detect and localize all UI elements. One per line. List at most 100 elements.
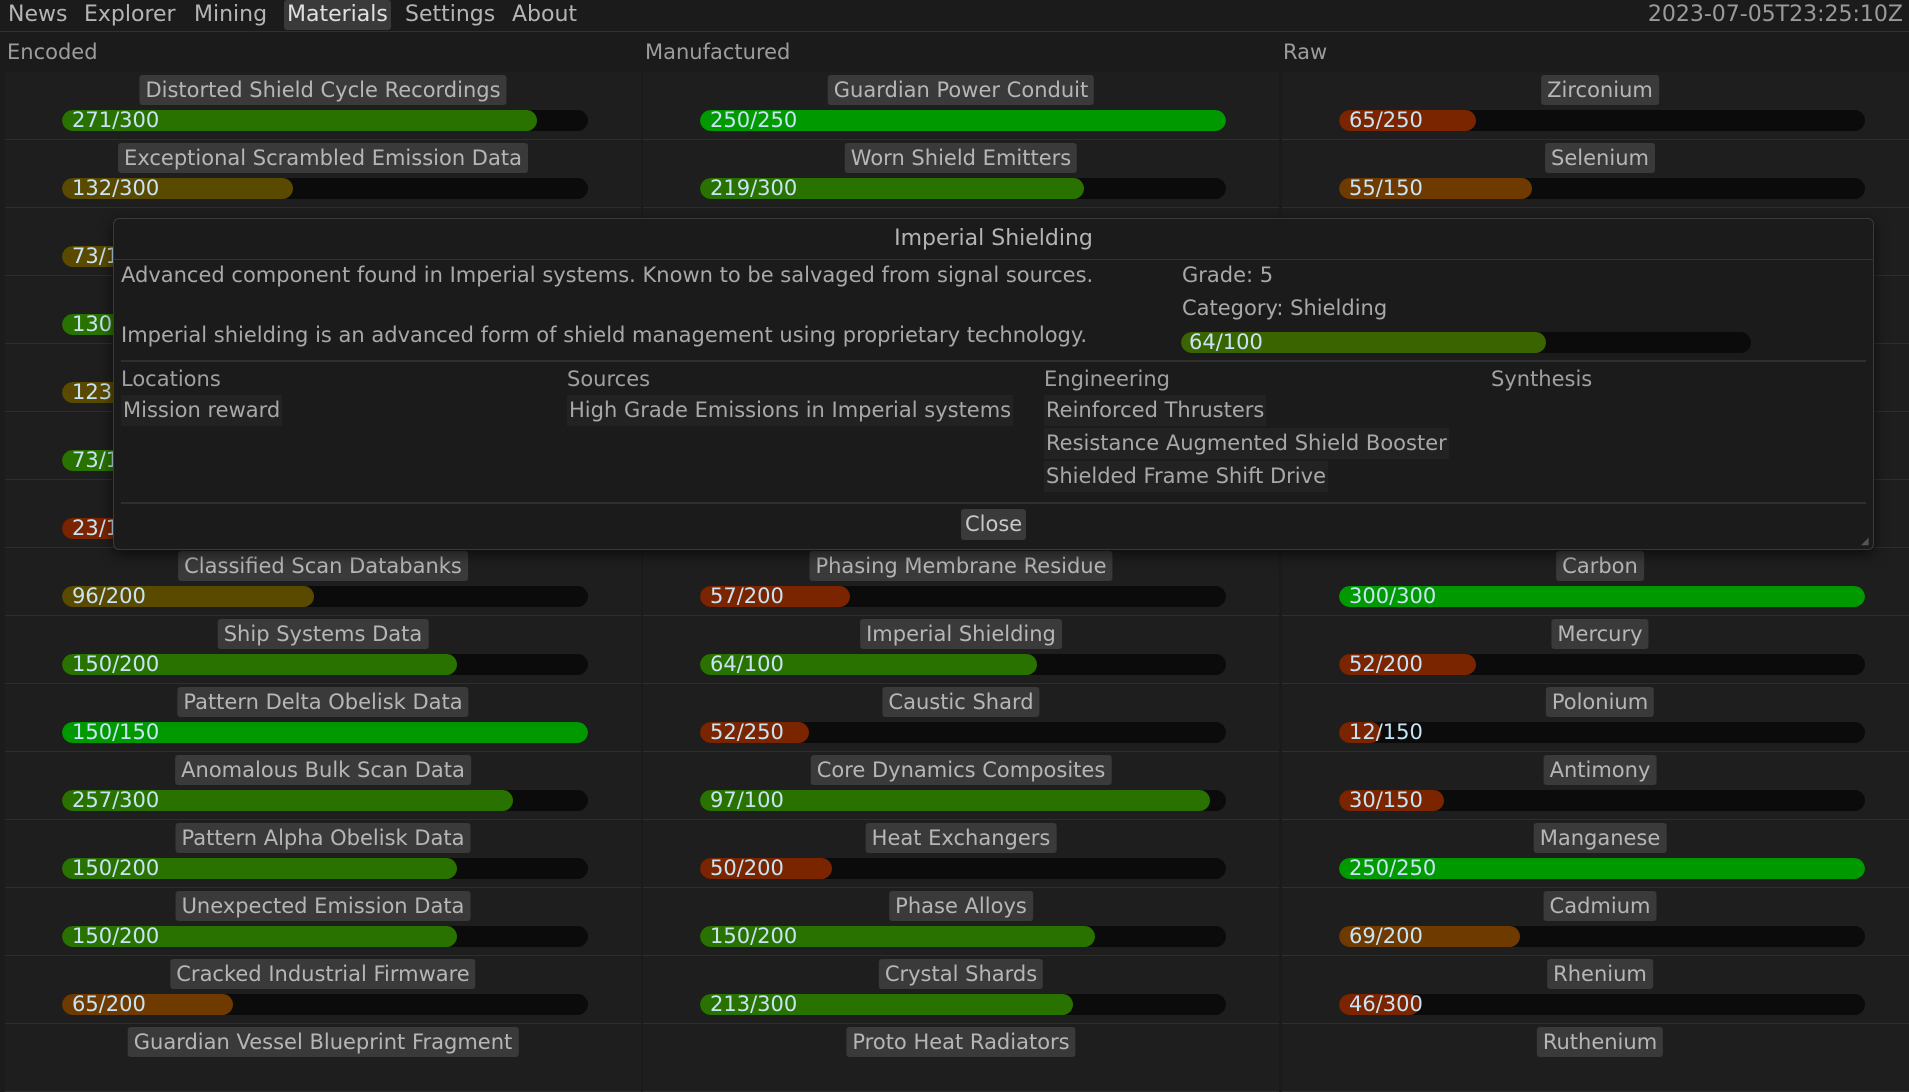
material-name[interactable]: Ship Systems Data [217, 619, 429, 649]
material-name[interactable]: Caustic Shard [882, 687, 1040, 717]
material-name[interactable]: Unexpected Emission Data [175, 891, 471, 921]
material-row[interactable]: Pattern Delta Obelisk Data 150/150 [5, 684, 641, 752]
menu-explorer[interactable]: Explorer [81, 0, 179, 30]
menu-materials[interactable]: Materials [284, 0, 391, 30]
material-row[interactable]: Zirconium 65/250 [1282, 72, 1909, 140]
material-count: 150/150 [72, 722, 160, 743]
material-name[interactable]: Manganese [1533, 823, 1667, 853]
menu-settings[interactable]: Settings [402, 0, 498, 30]
material-name[interactable]: Proto Heat Radiators [846, 1027, 1076, 1057]
material-progress-bar: 150/200 [700, 926, 1226, 947]
popup-grade: Grade: 5 [1182, 263, 1274, 287]
material-count: 219/300 [710, 178, 798, 199]
material-name[interactable]: Classified Scan Databanks [178, 551, 468, 581]
material-row[interactable]: Guardian Power Conduit 250/250 [643, 72, 1279, 140]
material-row[interactable]: Distorted Shield Cycle Recordings 271/300 [5, 72, 641, 140]
material-name[interactable]: Heat Exchangers [865, 823, 1057, 853]
material-progress-bar: 50/200 [700, 858, 1226, 879]
material-row[interactable]: Exceptional Scrambled Emission Data 132/3… [5, 140, 641, 208]
material-name[interactable]: Imperial Shielding [860, 619, 1062, 649]
material-count: 257/300 [72, 790, 160, 811]
material-progress-bar: 12/150 [1339, 722, 1865, 743]
material-name[interactable]: Guardian Vessel Blueprint Fragment [127, 1027, 519, 1057]
material-name[interactable]: Zirconium [1541, 75, 1659, 105]
sources-section: Sources High Grade Emissions in Imperial… [567, 363, 1014, 428]
material-row[interactable]: Crystal Shards 213/300 [643, 956, 1279, 1024]
material-count: 150/200 [72, 926, 160, 947]
material-name[interactable]: Antimony [1543, 755, 1657, 785]
top-menu-bar: News Explorer Mining Materials Settings … [0, 0, 1909, 32]
menu-news[interactable]: News [5, 0, 70, 30]
material-name[interactable]: Cadmium [1543, 891, 1657, 921]
engineering-item: Reinforced Thrusters [1044, 395, 1267, 426]
material-row[interactable]: Proto Heat Radiators [643, 1024, 1279, 1092]
material-row[interactable]: Cracked Industrial Firmware 65/200 [5, 956, 641, 1024]
popup-divider [121, 360, 1866, 362]
material-row[interactable]: Cadmium 69/200 [1282, 888, 1909, 956]
material-progress-bar: 52/250 [700, 722, 1226, 743]
menu-about[interactable]: About [509, 0, 580, 30]
material-row[interactable]: Unexpected Emission Data 150/200 [5, 888, 641, 956]
material-count: 12/150 [1349, 722, 1423, 743]
material-name[interactable]: Anomalous Bulk Scan Data [175, 755, 471, 785]
material-row[interactable]: Classified Scan Databanks 96/200 [5, 548, 641, 616]
material-name[interactable]: Mercury [1551, 619, 1649, 649]
material-name[interactable]: Polonium [1545, 687, 1655, 717]
material-name[interactable]: Exceptional Scrambled Emission Data [118, 143, 528, 173]
material-row[interactable]: Antimony 30/150 [1282, 752, 1909, 820]
material-count: 150/200 [710, 926, 798, 947]
material-name[interactable]: Pattern Delta Obelisk Data [177, 687, 469, 717]
menu-mining[interactable]: Mining [191, 0, 270, 30]
material-row[interactable]: Rhenium 46/300 [1282, 956, 1909, 1024]
material-row[interactable]: Core Dynamics Composites 97/100 [643, 752, 1279, 820]
material-name[interactable]: Ruthenium [1536, 1027, 1664, 1057]
material-name[interactable]: Selenium [1545, 143, 1655, 173]
material-name[interactable]: Carbon [1556, 551, 1644, 581]
material-count: 150/200 [72, 858, 160, 879]
material-row[interactable]: Imperial Shielding 64/100 [643, 616, 1279, 684]
material-row[interactable]: Anomalous Bulk Scan Data 257/300 [5, 752, 641, 820]
material-row[interactable]: Polonium 12/150 [1282, 684, 1909, 752]
material-name[interactable]: Cracked Industrial Firmware [170, 959, 476, 989]
material-name[interactable]: Worn Shield Emitters [844, 143, 1078, 173]
material-name[interactable]: Crystal Shards [878, 959, 1044, 989]
material-name[interactable]: Guardian Power Conduit [827, 75, 1095, 105]
material-row[interactable]: Carbon 300/300 [1282, 548, 1909, 616]
locations-section: Locations Mission reward [121, 363, 283, 428]
material-name[interactable]: Phase Alloys [889, 891, 1033, 921]
synthesis-heading: Synthesis [1491, 367, 1593, 391]
material-row[interactable]: Heat Exchangers 50/200 [643, 820, 1279, 888]
material-row[interactable]: Phasing Membrane Residue 57/200 [643, 548, 1279, 616]
material-count: 250/250 [1349, 858, 1437, 879]
material-count: 150/200 [72, 654, 160, 675]
material-name[interactable]: Phasing Membrane Residue [809, 551, 1113, 581]
material-name[interactable]: Distorted Shield Cycle Recordings [139, 75, 507, 105]
material-progress-bar: 69/200 [1339, 926, 1865, 947]
material-row[interactable]: Guardian Vessel Blueprint Fragment [5, 1024, 641, 1092]
material-count: 46/300 [1349, 994, 1423, 1015]
material-row[interactable]: Manganese 250/250 [1282, 820, 1909, 888]
engineering-section: Engineering Reinforced Thrusters Resistan… [1044, 363, 1449, 494]
resize-grip-icon[interactable]: ◢ [1861, 537, 1871, 547]
material-progress-bar: 132/300 [62, 178, 588, 199]
sources-item: High Grade Emissions in Imperial systems [567, 395, 1014, 426]
material-row[interactable]: Mercury 52/200 [1282, 616, 1909, 684]
material-row[interactable]: Caustic Shard 52/250 [643, 684, 1279, 752]
close-button[interactable]: Close [961, 509, 1027, 540]
material-row[interactable]: Worn Shield Emitters 219/300 [643, 140, 1279, 208]
locations-item: Mission reward [121, 395, 283, 426]
material-progress-bar: 250/250 [1339, 858, 1865, 879]
material-name[interactable]: Core Dynamics Composites [810, 755, 1112, 785]
material-row[interactable]: Selenium 55/150 [1282, 140, 1909, 208]
material-row[interactable]: Ship Systems Data 150/200 [5, 616, 641, 684]
material-progress-bar: 150/150 [62, 722, 588, 743]
material-name[interactable]: Pattern Alpha Obelisk Data [175, 823, 471, 853]
material-row[interactable]: Pattern Alpha Obelisk Data 150/200 [5, 820, 641, 888]
material-row[interactable]: Phase Alloys 150/200 [643, 888, 1279, 956]
material-count: 123 [72, 382, 113, 403]
material-row[interactable]: Ruthenium [1282, 1024, 1909, 1092]
material-name[interactable]: Rhenium [1547, 959, 1653, 989]
material-progress-bar: 46/300 [1339, 994, 1865, 1015]
material-progress-bar: 213/300 [700, 994, 1226, 1015]
material-progress-bar: 57/200 [700, 586, 1226, 607]
